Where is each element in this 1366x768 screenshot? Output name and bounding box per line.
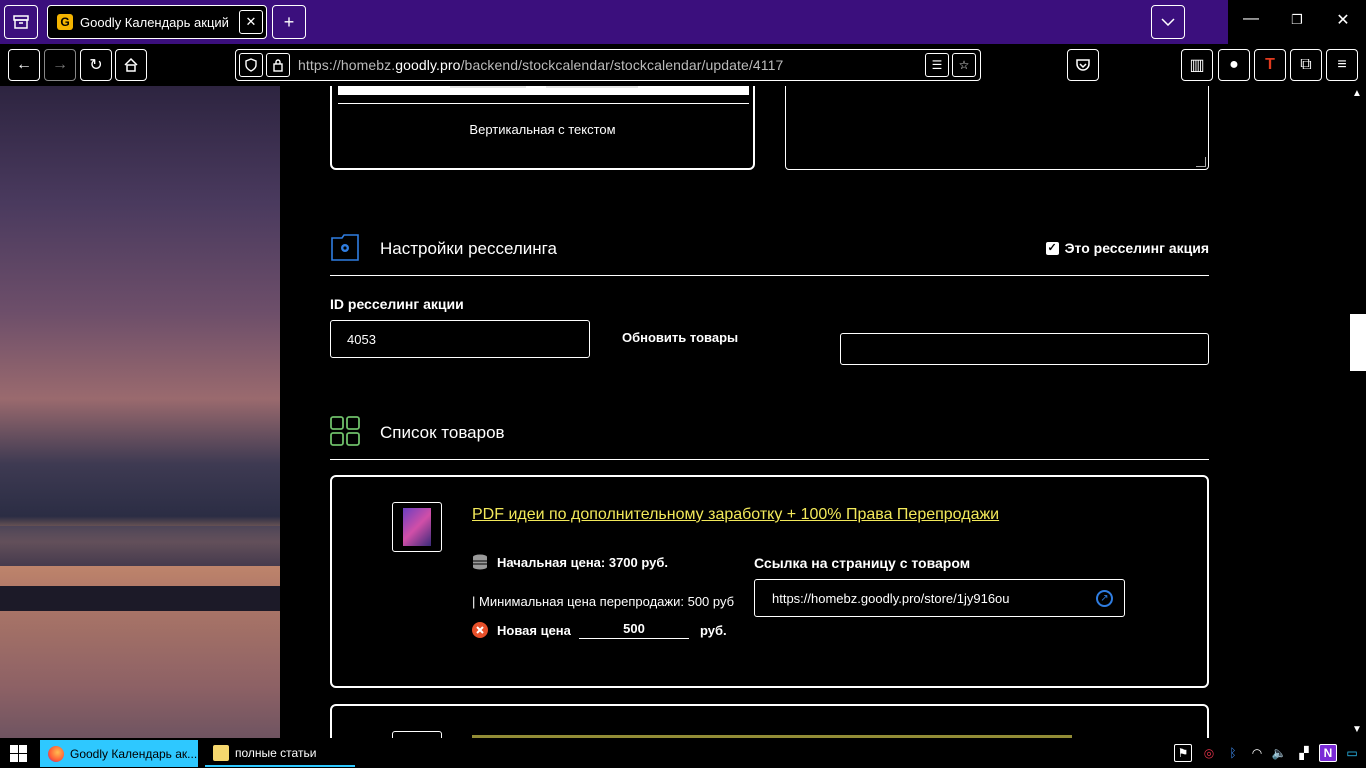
pocket-icon[interactable] — [1067, 49, 1099, 81]
forward-arrow-icon[interactable]: → — [44, 49, 76, 81]
windows-start-icon[interactable] — [10, 745, 27, 762]
navigation-toolbar: ← → ↻ https://homebz.goodly.pro/backend/… — [0, 44, 1366, 86]
scrollbar-thumb[interactable] — [1350, 314, 1366, 371]
close-window-icon[interactable]: ✕ — [1331, 10, 1355, 30]
product-title-link[interactable]: PDF идеи по дополнительному заработку + … — [472, 506, 999, 524]
product-card — [330, 704, 1209, 738]
start-price-row: Начальная цена: 3700 руб. — [472, 554, 668, 570]
tray-app-red-icon[interactable]: ◎ — [1200, 744, 1218, 762]
tab-title: Goodly Календарь акций — [80, 14, 229, 30]
lock-icon[interactable] — [266, 53, 290, 77]
new-price-input[interactable]: 500 — [579, 621, 689, 639]
product-link-label: Ссылка на страницу с товаром — [754, 555, 971, 571]
scroll-up-icon[interactable]: ▲ — [1352, 88, 1362, 99]
tab-overview-button[interactable] — [4, 5, 38, 39]
sidebar-icon[interactable]: ▥ — [1181, 49, 1213, 81]
scroll-down-icon[interactable]: ▼ — [1352, 724, 1362, 735]
goodly-favicon-icon: G — [57, 14, 73, 30]
resell-checkbox[interactable]: ✓ Это ресселинг акция — [1045, 240, 1209, 256]
min-price-text: | Минимальная цена перепродажи: 500 руб — [472, 594, 735, 609]
grid-icon — [330, 416, 360, 446]
notes-icon — [213, 744, 229, 761]
archive-icon — [13, 15, 29, 29]
checkbox-label: Это ресселинг акция — [1064, 240, 1209, 256]
volume-icon[interactable]: 🔈 — [1270, 744, 1288, 762]
products-list-header: Список товаров — [330, 416, 1209, 460]
layout-option-label: Вертикальная с текстом — [469, 122, 616, 137]
settings-folder-icon — [331, 234, 359, 261]
firefox-icon — [48, 745, 64, 762]
shield-icon[interactable] — [239, 53, 263, 77]
extensions-puzzle-icon[interactable]: ⧉ — [1290, 49, 1322, 81]
home-icon[interactable] — [115, 49, 147, 81]
remove-x-icon[interactable] — [472, 622, 488, 638]
extension-t-icon[interactable]: T — [1254, 49, 1286, 81]
main-content: Вертикальная с текстом Настройки рессели… — [280, 86, 1348, 738]
page-scrollbar[interactable]: ▲ ▼ — [1348, 86, 1366, 738]
url-bar[interactable]: https://homebz.goodly.pro/backend/stockc… — [235, 49, 981, 81]
refresh-products-button[interactable]: Обновить товары — [622, 330, 738, 345]
back-arrow-icon[interactable]: ← — [8, 49, 40, 81]
tray-n-icon[interactable]: N — [1319, 744, 1337, 762]
notifications-icon[interactable]: ▭ — [1343, 744, 1361, 762]
background-wallpaper — [0, 86, 280, 738]
account-icon[interactable]: ● — [1218, 49, 1250, 81]
open-link-icon[interactable]: ↗ — [1096, 590, 1113, 607]
resell-id-label: ID ресселинг акции — [330, 296, 464, 312]
reader-view-icon[interactable]: ☰ — [925, 53, 949, 77]
wifi-icon[interactable]: ◠ — [1248, 744, 1266, 762]
tray-app-icon[interactable]: ⚑ — [1174, 744, 1192, 762]
product-thumbnail — [392, 502, 442, 552]
minimize-icon[interactable]: — — [1239, 10, 1263, 28]
browser-tab[interactable]: G Goodly Календарь акций ✕ — [47, 5, 267, 39]
tab-strip: G Goodly Календарь акций ✕ + — ❐ ✕ — [0, 0, 1366, 44]
refresh-status-input[interactable] — [840, 333, 1209, 365]
product-thumbnail — [392, 731, 442, 738]
product-card: PDF идеи по дополнительному заработку + … — [330, 475, 1209, 688]
menu-hamburger-icon[interactable]: ≡ — [1326, 49, 1358, 81]
resell-settings-header: Настройки ресселинга ✓ Это ресселинг акц… — [330, 232, 1209, 276]
database-icon — [473, 554, 487, 570]
resell-id-input[interactable]: 4053 — [330, 320, 590, 358]
restore-icon[interactable]: ❐ — [1285, 12, 1309, 28]
bookmark-star-icon[interactable]: ☆ — [952, 53, 976, 77]
taskbar-folder-item[interactable]: полные статьи — [205, 740, 355, 767]
tab-close-icon[interactable]: ✕ — [239, 10, 263, 34]
bluetooth-icon[interactable]: ᛒ — [1224, 744, 1242, 762]
taskbar-firefox-item[interactable]: Goodly Календарь ак... — [40, 740, 198, 767]
new-price-row: Новая цена — [472, 622, 571, 638]
section-title: Настройки ресселинга — [380, 239, 557, 258]
layout-option-card[interactable]: Вертикальная с текстом — [330, 86, 755, 170]
description-textarea[interactable] — [785, 86, 1209, 170]
new-tab-button[interactable]: + — [272, 5, 306, 39]
product-link-input[interactable]: https://homebz.goodly.pro/store/1jy916ou… — [754, 579, 1125, 617]
tray-stripes-icon[interactable]: ▞ — [1295, 744, 1313, 762]
url-text[interactable]: https://homebz.goodly.pro/backend/stockc… — [298, 57, 783, 73]
section-title: Список товаров — [380, 423, 505, 442]
checkbox-checked-icon[interactable]: ✓ — [1045, 241, 1059, 255]
reload-icon[interactable]: ↻ — [80, 49, 112, 81]
currency-label: руб. — [700, 623, 727, 638]
taskbar: Goodly Календарь ак... полные статьи ⚑ ◎… — [0, 738, 1366, 768]
layout-preview-image — [338, 86, 749, 95]
tab-list-chevron-icon[interactable] — [1151, 5, 1185, 39]
resize-grip-icon[interactable] — [1196, 157, 1206, 167]
